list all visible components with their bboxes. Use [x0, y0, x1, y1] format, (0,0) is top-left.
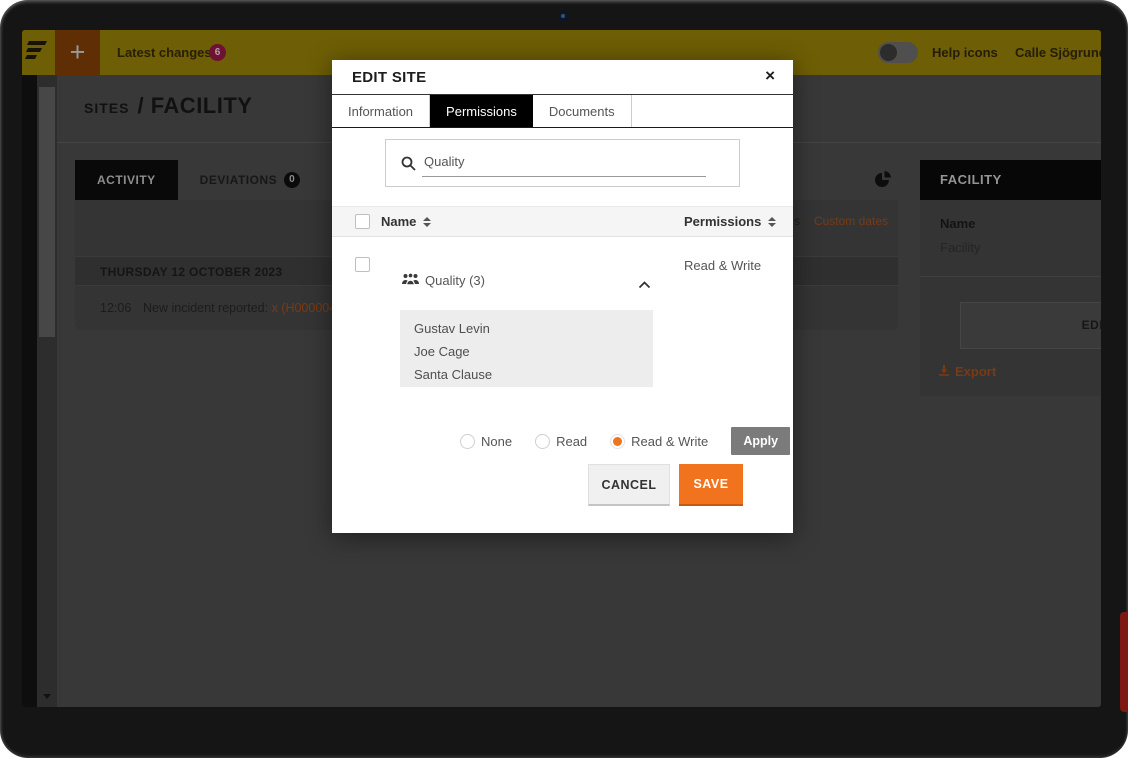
- activity-filters: ties Custom dates: [781, 214, 888, 228]
- incident-link[interactable]: x (H000004): [272, 301, 341, 315]
- radio-none[interactable]: None: [460, 434, 512, 449]
- radio-read-write[interactable]: Read & Write: [610, 434, 708, 449]
- left-sidebar-strip: [22, 75, 37, 707]
- breadcrumb-section[interactable]: SITES: [84, 100, 129, 116]
- export-link[interactable]: Export: [938, 364, 996, 379]
- edit-site-modal: EDIT SITE × Information Permissions Docu…: [332, 60, 793, 533]
- radio-read[interactable]: Read: [535, 434, 587, 449]
- page-scrollbar[interactable]: [37, 75, 57, 707]
- sort-icon: [423, 217, 431, 227]
- member-name: Santa Clause: [414, 363, 653, 386]
- custom-dates-link[interactable]: Custom dates: [814, 214, 888, 228]
- apply-button[interactable]: Apply: [731, 427, 790, 455]
- user-name[interactable]: Calle Sjögrund: [1015, 30, 1101, 75]
- add-button[interactable]: +: [55, 30, 100, 75]
- chevron-up-icon[interactable]: [638, 276, 651, 294]
- facility-name-value: Facility: [940, 240, 980, 255]
- radio-circle[interactable]: [535, 434, 550, 449]
- search-box: Quality: [385, 139, 740, 187]
- pie-chart-icon[interactable]: [874, 170, 892, 193]
- sort-icon: [768, 217, 776, 227]
- search-input[interactable]: Quality: [422, 151, 706, 177]
- member-list: Gustav Levin Joe Cage Santa Clause: [400, 310, 653, 387]
- facility-panel: FACILITY Name Facility EDIT Export: [920, 160, 1101, 396]
- radio-circle-selected[interactable]: [610, 434, 625, 449]
- entry-text: New incident reported: x (H000004): [143, 286, 340, 330]
- entry-time: 12:06: [100, 286, 131, 330]
- app-logo-icon[interactable]: [25, 39, 49, 68]
- red-edge-accent: [1120, 612, 1128, 712]
- facility-panel-body: Name Facility EDIT Export: [920, 200, 1101, 396]
- app-screen: + Latest changes 6 Help icons Calle Sjög…: [22, 30, 1101, 707]
- page-title: / FACILITY: [137, 93, 252, 119]
- name-column-header[interactable]: Name: [381, 214, 431, 229]
- search-icon: [401, 156, 416, 176]
- close-icon[interactable]: ×: [761, 66, 779, 86]
- help-icons-toggle[interactable]: [878, 42, 918, 63]
- permission-radio-group: None Read Read & Write Apply: [460, 426, 790, 456]
- modal-tabs: Information Permissions Documents: [332, 95, 793, 128]
- facility-divider: [920, 276, 1101, 277]
- save-button[interactable]: SAVE: [679, 464, 743, 506]
- tab-documents[interactable]: Documents: [533, 95, 632, 127]
- tab-information[interactable]: Information: [332, 95, 430, 127]
- edit-button[interactable]: EDIT: [960, 302, 1101, 349]
- latest-changes-link[interactable]: Latest changes: [117, 30, 212, 75]
- latest-changes-badge: 6: [209, 44, 226, 61]
- plus-icon: +: [70, 37, 86, 68]
- group-toggle[interactable]: Quality (3): [402, 273, 485, 288]
- tablet-frame: + Latest changes 6 Help icons Calle Sjög…: [0, 0, 1128, 758]
- deviations-badge: 0: [284, 172, 300, 188]
- breadcrumb: SITES / FACILITY: [84, 93, 252, 119]
- group-permission-value: Read & Write: [684, 258, 761, 273]
- toggle-knob: [880, 44, 897, 61]
- help-icons-label: Help icons: [932, 30, 998, 75]
- tab-permissions[interactable]: Permissions: [430, 95, 533, 127]
- modal-title: EDIT SITE: [352, 69, 426, 86]
- group-checkbox[interactable]: [355, 257, 370, 272]
- camera-dot: [558, 11, 569, 22]
- member-name: Joe Cage: [414, 340, 653, 363]
- modal-header: EDIT SITE ×: [332, 60, 793, 95]
- permissions-column-header[interactable]: Permissions: [684, 214, 776, 229]
- tab-activity[interactable]: ACTIVITY: [75, 160, 178, 200]
- radio-circle[interactable]: [460, 434, 475, 449]
- group-icon: [402, 273, 419, 288]
- scrollbar-thumb[interactable]: [39, 87, 55, 337]
- facility-name-label: Name: [940, 216, 975, 231]
- group-name: Quality (3): [425, 273, 485, 288]
- table-header: Name Permissions: [332, 206, 793, 237]
- download-icon: [938, 364, 950, 379]
- scroll-down-icon[interactable]: [43, 694, 51, 699]
- tab-deviations[interactable]: DEVIATIONS 0: [178, 160, 322, 200]
- facility-panel-title: FACILITY: [920, 160, 1101, 200]
- cancel-button[interactable]: CANCEL: [588, 464, 670, 506]
- select-all-checkbox[interactable]: [355, 214, 370, 229]
- member-name: Gustav Levin: [414, 317, 653, 340]
